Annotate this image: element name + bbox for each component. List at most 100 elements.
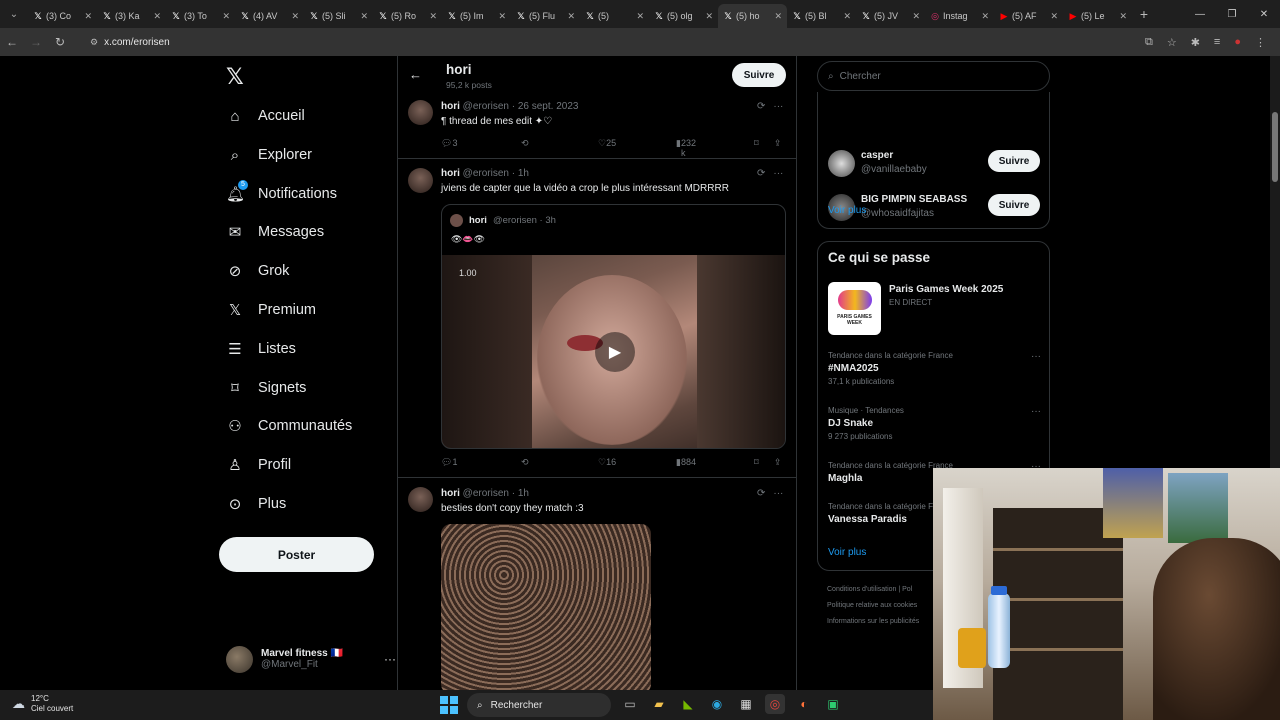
close-tab-icon[interactable]: ✕ <box>498 11 506 22</box>
avatar[interactable] <box>408 168 433 193</box>
chrome-icon[interactable]: ◎ <box>765 694 785 714</box>
nav-item-communautés[interactable]: ⚇ Communautés <box>226 411 352 441</box>
close-tab-icon[interactable]: ✕ <box>774 11 782 22</box>
menu-icon[interactable]: ⋮ <box>1255 36 1266 49</box>
browser-tab[interactable]: 𝕏 (4) AV ✕ <box>235 4 304 28</box>
store-icon[interactable]: ▦ <box>736 694 756 714</box>
close-tab-icon[interactable]: ✕ <box>1050 11 1058 22</box>
nav-item-grok[interactable]: ⊘ Grok <box>226 256 290 286</box>
browser-tab[interactable]: 𝕏 (5) JV ✕ <box>856 4 925 28</box>
close-tab-icon[interactable]: ✕ <box>291 11 299 22</box>
browser-tab[interactable]: 𝕏 (5) Im ✕ <box>442 4 511 28</box>
browser-tab[interactable]: ▶ (5) Le ✕ <box>1063 4 1132 28</box>
profile-avatar[interactable]: ● <box>1234 36 1241 49</box>
browser-tab[interactable]: 𝕏 (5) Sli ✕ <box>304 4 373 28</box>
task-view-icon[interactable]: ▭ <box>620 694 640 714</box>
browser-tab[interactable]: 𝕏 (5) Bl ✕ <box>787 4 856 28</box>
browser-tab[interactable]: 𝕏 (5) Ro ✕ <box>373 4 442 28</box>
back-arrow-icon[interactable]: ← <box>409 67 422 82</box>
close-tab-icon[interactable]: ✕ <box>705 11 713 22</box>
avatar[interactable] <box>408 487 433 512</box>
see-more-link[interactable]: Voir plus <box>828 205 866 216</box>
app-icon[interactable]: ▣ <box>823 694 843 714</box>
close-tab-icon[interactable]: ✕ <box>1119 11 1127 22</box>
bookmark-icon[interactable]: ⌑ <box>754 138 759 149</box>
new-tab-button[interactable]: + <box>1132 6 1156 22</box>
like-button[interactable]: ♡ 16 <box>598 457 616 468</box>
tweet[interactable]: hori @erorisen · 1h ⟳ ··· jviens de capte… <box>398 160 796 478</box>
bookmark-star-icon[interactable]: ☆ <box>1167 36 1177 49</box>
event-image[interactable]: PARIS GAMES WEEK <box>828 282 881 335</box>
reload-button[interactable]: ↻ <box>48 35 72 49</box>
bookmark-icon[interactable]: ⌑ <box>754 457 759 468</box>
close-tab-icon[interactable]: ✕ <box>912 11 920 22</box>
close-tab-icon[interactable]: ✕ <box>636 11 644 22</box>
more-icon[interactable]: ··· <box>1031 351 1041 362</box>
follow-button[interactable]: Suivre <box>988 194 1040 216</box>
terms-link[interactable]: Conditions d'utilisation | Pol <box>827 582 919 598</box>
views-button[interactable]: ▮ 884 <box>676 457 696 468</box>
browser-tab[interactable]: 𝕏 (5) ✕ <box>580 4 649 28</box>
windows-start-icon[interactable] <box>440 696 458 714</box>
file-explorer-icon[interactable]: ▰ <box>649 694 669 714</box>
trend-item[interactable]: Musique · Tendances DJ Snake 9 273 publi… <box>828 406 1041 441</box>
nav-item-explorer[interactable]: ⌕ Explorer <box>226 140 312 170</box>
views-button[interactable]: ▮ 232 k <box>676 138 696 158</box>
tweet-image[interactable] <box>441 524 651 690</box>
nav-item-messages[interactable]: ✉ Messages <box>226 217 324 247</box>
repost-button[interactable]: ⟲ <box>521 138 529 149</box>
more-icon[interactable]: ··· <box>773 168 783 179</box>
close-tab-icon[interactable]: ✕ <box>84 11 92 22</box>
play-icon[interactable]: ▶ <box>595 332 635 372</box>
close-tab-icon[interactable]: ✕ <box>843 11 851 22</box>
site-info-icon[interactable]: ⚙ <box>90 37 98 48</box>
follow-button[interactable]: Suivre <box>988 150 1040 172</box>
more-icon[interactable]: ··· <box>384 652 396 666</box>
avatar[interactable] <box>408 100 433 125</box>
browser-tab[interactable]: 𝕏 (5) olg ✕ <box>649 4 718 28</box>
back-button[interactable]: ← <box>0 35 24 49</box>
nav-item-plus[interactable]: ⊙ Plus <box>226 489 287 519</box>
nav-item-notifications[interactable]: 🔔︎ 5 Notifications <box>226 179 337 209</box>
nav-item-premium[interactable]: 𝕏 Premium <box>226 295 316 325</box>
account-switcher[interactable]: Marvel fitness 🇫🇷 @Marvel_Fit ··· <box>226 644 396 674</box>
see-more-link[interactable]: Voir plus <box>828 547 866 558</box>
video-player[interactable]: 1.00 ▶ <box>442 255 785 448</box>
event-title[interactable]: Paris Games Week 2025 <box>889 284 1003 295</box>
x-logo-icon[interactable]: 𝕏 <box>226 64 244 90</box>
nav-item-signets[interactable]: ⌑ Signets <box>226 373 306 403</box>
browser-tab[interactable]: ▶ (5) AF ✕ <box>994 4 1063 28</box>
close-window-button[interactable]: ✕ <box>1248 0 1280 28</box>
repost-button[interactable]: ⟲ <box>521 457 529 468</box>
post-button[interactable]: Poster <box>219 537 374 572</box>
share-icon[interactable]: ⇪ <box>774 457 782 468</box>
nvidia-icon[interactable]: ◣ <box>678 694 698 714</box>
ads-info-link[interactable]: Informations sur les publicités <box>827 614 919 630</box>
browser-tab[interactable]: 𝕏 (5) ho ✕ <box>718 4 787 28</box>
close-tab-icon[interactable]: ✕ <box>567 11 575 22</box>
close-tab-icon[interactable]: ✕ <box>153 11 161 22</box>
grok-icon[interactable]: ⟳ <box>757 488 765 499</box>
minimize-button[interactable]: — <box>1184 0 1216 28</box>
close-tab-icon[interactable]: ✕ <box>429 11 437 22</box>
cookies-link[interactable]: Politique relative aux cookies <box>827 598 919 614</box>
forward-button[interactable]: → <box>24 35 48 49</box>
url-field[interactable]: ⚙ x.com/erorisen <box>80 31 1145 53</box>
share-icon[interactable]: ⇪ <box>774 138 782 149</box>
close-tab-icon[interactable]: ✕ <box>360 11 368 22</box>
grok-icon[interactable]: ⟳ <box>757 101 765 112</box>
nav-item-accueil[interactable]: ⌂ Accueil <box>226 101 304 131</box>
more-icon[interactable]: ··· <box>1031 406 1041 417</box>
weather-widget[interactable]: ☁ 12°C Ciel couvert <box>12 694 73 714</box>
like-button[interactable]: ♡ 25 <box>598 138 616 149</box>
reply-button[interactable]: 💬︎ 3 <box>441 138 457 149</box>
browser-tab[interactable]: 𝕏 (3) Ka ✕ <box>97 4 166 28</box>
reply-button[interactable]: 💬︎ 1 <box>441 457 457 468</box>
quoted-tweet[interactable]: hori @erorisen · 3h 👁👄👁 1.00 ▶ <box>441 204 786 449</box>
browser-tab[interactable]: 𝕏 (3) Co ✕ <box>28 4 97 28</box>
close-tab-icon[interactable]: ✕ <box>981 11 989 22</box>
media-icon[interactable]: ≡ <box>1214 36 1220 49</box>
more-icon[interactable]: ··· <box>773 101 783 112</box>
taskbar-search[interactable]: ⌕ Rechercher <box>467 693 611 717</box>
more-icon[interactable]: ··· <box>773 488 783 499</box>
